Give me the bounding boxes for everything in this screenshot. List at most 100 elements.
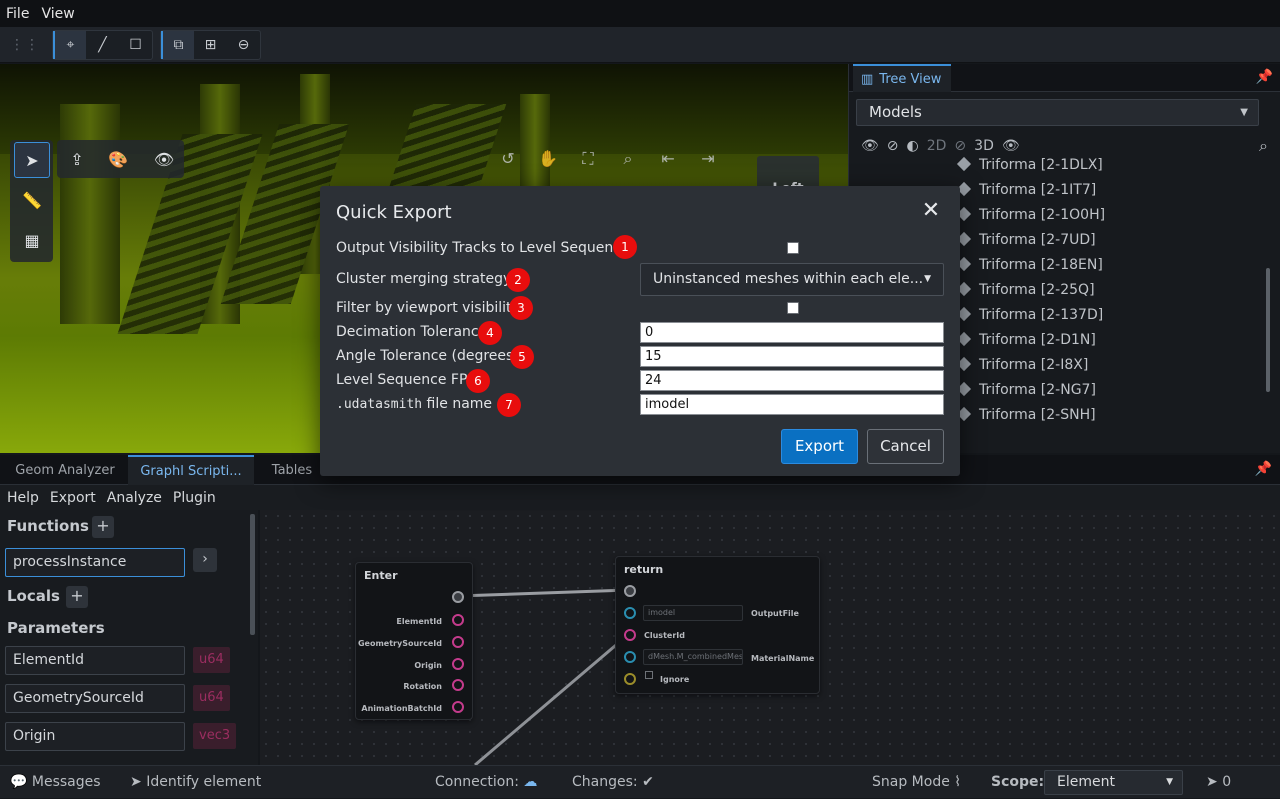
tree-list-item[interactable]: Triforma [2-I8X] [956,356,1088,379]
materialname-pin[interactable] [624,651,636,663]
filter-3d-label[interactable]: 3D [974,138,994,154]
visibility-tracks-checkbox[interactable] [787,242,799,254]
section-icon[interactable]: ▦ [14,222,50,258]
rotation-pin[interactable] [452,679,464,691]
snap-mode-button[interactable]: Snap Mode ⌇ [872,766,961,799]
function-name-input[interactable]: processInstance [5,548,185,577]
identify-element[interactable]: ➤ Identify element [130,766,261,799]
tree-list-item[interactable]: Triforma [2-NG7] [956,381,1096,404]
show-all-icon[interactable]: 👁 [861,138,879,154]
add-icon[interactable]: ⊞ [194,31,227,59]
elementid-pin[interactable] [452,614,464,626]
pin-label: Origin [414,661,442,670]
toolbar-grip-icon[interactable]: ⋮⋮ [10,37,40,53]
cancel-button[interactable]: Cancel [867,429,944,464]
chevron-right-icon[interactable]: › [193,548,217,572]
param-type-badge[interactable]: u64 [193,685,230,711]
param-name-input[interactable]: Origin [5,722,185,751]
tab-geom-analyzer[interactable]: Geom Analyzer [0,455,130,485]
menu-bar: File View [0,0,1280,27]
file-name-input[interactable]: imodel [640,394,944,415]
cluster-strategy-select[interactable]: Uninstanced meshes within each ele... ▼ [640,263,944,296]
menu-help[interactable]: Help [0,490,43,506]
enter-node[interactable]: Enter ElementId GeometrySourceId Origin … [355,562,473,720]
group-select-icon[interactable]: ⧉ [161,31,194,59]
pan-hand-icon[interactable]: ✋ [528,142,568,176]
zoom-icon[interactable]: ⌕ [608,142,648,176]
select-arrow-icon[interactable]: ➤ [14,142,50,178]
line-tool-icon[interactable]: ╱ [86,31,119,59]
add-function-button[interactable]: + [92,516,114,538]
menu-view[interactable]: View [35,6,80,22]
snap-mode-label: Snap Mode [872,774,950,790]
export-button[interactable]: Export [781,429,858,464]
geometrysourceid-pin[interactable] [452,636,464,648]
rotate-icon[interactable]: ↺ [488,142,528,176]
tab-tables[interactable]: Tables [256,455,328,485]
side-scrollbar[interactable] [250,514,255,635]
param-name-input[interactable]: ElementId [5,646,185,675]
outputfile-input[interactable]: imodel [643,605,743,621]
menu-plugin[interactable]: Plugin [166,490,220,506]
hide-2d-icon[interactable]: ⊘ [954,138,966,154]
tree-list-item[interactable]: Triforma [2-D1N] [956,331,1096,354]
viewport-visibility-checkbox[interactable] [787,302,799,314]
origin-pin[interactable] [452,658,464,670]
tab-tree-view[interactable]: ▥ Tree View [853,64,951,92]
add-local-button[interactable]: + [66,586,88,608]
materialname-input[interactable]: dMesh.M_combinedMesh [643,649,743,665]
scope-select[interactable]: Element ▼ [1044,770,1183,795]
models-select[interactable]: Models ▼ [856,99,1259,126]
search-icon[interactable]: ⌕ [1259,136,1268,156]
invert-icon[interactable]: ◐ [907,138,919,154]
exec-out-pin[interactable] [452,591,464,603]
tree-list-item[interactable]: Triforma [2-1IT7] [956,181,1096,204]
filter-2d-label[interactable]: 2D [927,138,947,154]
tree-list-item[interactable]: Triforma [2-137D] [956,306,1103,329]
tree-list-item[interactable]: Triforma [2-1DLX] [956,156,1103,179]
messages-button[interactable]: 💬 Messages [10,766,101,799]
exec-in-pin[interactable] [624,585,636,597]
ignore-pin[interactable] [624,673,636,685]
tree-list-item[interactable]: Triforma [2-SNH] [956,406,1096,429]
selection-count[interactable]: ➤ 0 [1206,766,1231,799]
param-type-badge[interactable]: vec3 [193,723,237,749]
visibility-icon[interactable]: 👁 [146,141,182,177]
param-type-badge[interactable]: u64 [193,647,230,673]
decimation-tolerance-input[interactable]: 0 [640,322,944,343]
angle-tolerance-input[interactable]: 15 [640,346,944,367]
clusterid-pin[interactable] [624,629,636,641]
palette-icon[interactable]: 🎨 [100,141,136,177]
undo-view-icon[interactable]: ⇤ [648,142,688,176]
tree-list-item[interactable]: Triforma [2-25Q] [956,281,1095,304]
point-tool-icon[interactable]: ⌖ [53,31,86,59]
share-icon[interactable]: ⇪ [59,141,95,177]
pin-icon[interactable]: 📌 [1256,69,1273,85]
tree-list-item[interactable]: Triforma [2-18EN] [956,256,1103,279]
fit-view-icon[interactable]: ⛶ [568,142,608,176]
show-3d-icon[interactable]: 👁 [1002,138,1020,154]
measure-icon[interactable]: 📏 [14,182,50,218]
pin-icon[interactable]: 📌 [1255,461,1272,477]
graph-canvas[interactable]: Enter ElementId GeometrySourceId Origin … [260,510,1280,765]
outputfile-pin[interactable] [624,607,636,619]
menu-file[interactable]: File [0,6,35,22]
animationbatchid-pin[interactable] [452,701,464,713]
menu-export[interactable]: Export [43,490,100,506]
menu-analyze[interactable]: Analyze [100,490,166,506]
cluster-strategy-value: Uninstanced meshes within each ele... [653,271,924,287]
tree-scrollbar[interactable] [1266,268,1270,392]
tab-graphl-scripting[interactable]: Graphl Scripti... [128,455,254,485]
level-sequence-fps-input[interactable]: 24 [640,370,944,391]
param-name-input[interactable]: GeometrySourceId [5,684,185,713]
redo-view-icon[interactable]: ⇥ [688,142,728,176]
remove-icon[interactable]: ⊖ [227,31,260,59]
rectangle-tool-icon[interactable]: ☐ [119,31,152,59]
return-node[interactable]: return imodel OutputFile ClusterId dMesh… [615,556,820,694]
hide-all-icon[interactable]: ⊘ [887,138,899,154]
close-icon[interactable]: ✕ [918,198,944,224]
tree-list-item[interactable]: Triforma [2-7UD] [956,231,1096,254]
tree-list-item[interactable]: Triforma [2-1O0H] [956,206,1105,229]
ignore-checkbox[interactable] [645,671,653,679]
pin-label: MaterialName [751,654,815,663]
